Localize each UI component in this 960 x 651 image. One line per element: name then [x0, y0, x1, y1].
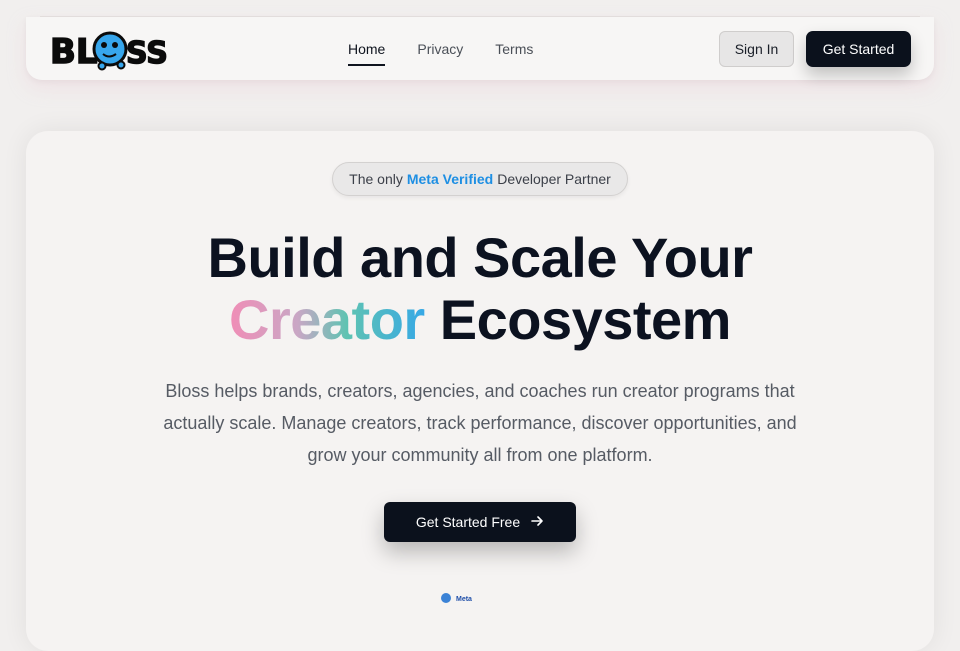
nav-link-terms[interactable]: Terms — [495, 37, 533, 61]
get-started-button[interactable]: Get Started — [806, 31, 911, 67]
get-started-free-button[interactable]: Get Started Free — [384, 502, 576, 542]
nav-link-privacy[interactable]: Privacy — [417, 37, 463, 61]
badge-highlight: Meta Verified — [406, 171, 494, 187]
meta-verified-icon — [440, 592, 452, 606]
meta-partner-badge: The only Meta Verified Developer Partner — [332, 162, 628, 196]
navbar: BL SS Home Privacy Terms Sign In Get Sta… — [26, 17, 934, 80]
svg-text:BL: BL — [50, 32, 98, 72]
nav-link-home[interactable]: Home — [348, 37, 386, 66]
headline-line-1: Build and Scale Your — [207, 226, 753, 289]
hero-section: The only Meta Verified Developer Partner… — [26, 131, 934, 651]
hero-headline: Build and Scale Your Creator Ecosystem — [26, 227, 934, 351]
svg-text:SS: SS — [126, 36, 168, 71]
headline-gradient-word: Creator — [229, 288, 425, 351]
badge-prefix: The only — [349, 171, 403, 187]
arrow-right-icon — [530, 514, 544, 531]
sign-in-button[interactable]: Sign In — [719, 31, 794, 67]
hero-subtitle: Bloss helps brands, creators, agencies, … — [163, 381, 797, 465]
cta-label: Get Started Free — [415, 514, 521, 530]
headline-line-2: Ecosystem — [439, 288, 732, 351]
primary-nav: Home Privacy Terms — [348, 17, 533, 80]
meta-partner-mark: Meta — [440, 593, 500, 605]
meta-mark-label: Meta — [456, 595, 472, 603]
bloss-logo[interactable]: BL SS — [48, 25, 168, 73]
badge-suffix: Developer Partner — [497, 171, 611, 187]
